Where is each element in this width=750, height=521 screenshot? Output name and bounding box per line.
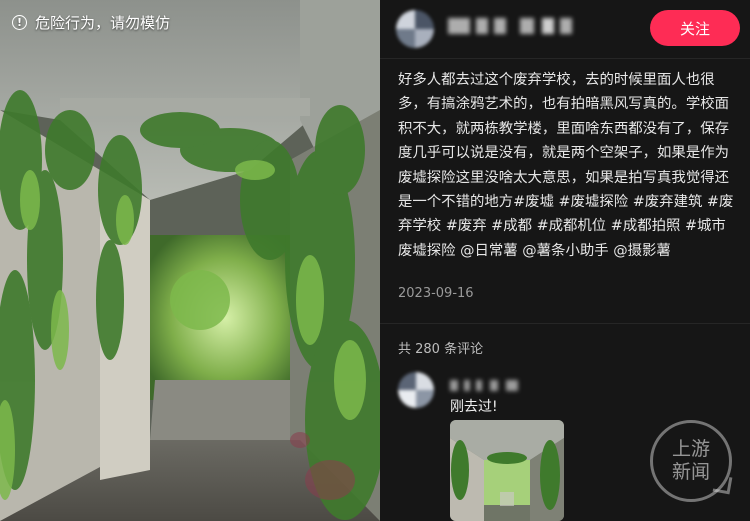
exclamation-circle-icon: ! xyxy=(12,15,27,30)
comment-count: 共 280 条评论 xyxy=(398,342,484,357)
post-viewer: ! 危险行为，请勿模仿 关注 好多人都去过这个废弃学校，去的时候里面人也很多，有… xyxy=(0,0,750,521)
shangyou-news-watermark: 上游 新闻 xyxy=(650,420,733,502)
commenter-avatar[interactable] xyxy=(398,372,434,408)
watermark-tail xyxy=(712,474,733,495)
follow-button[interactable]: 关注 xyxy=(650,10,740,46)
author-name-blurred xyxy=(494,18,506,34)
danger-warning: ! 危险行为，请勿模仿 xyxy=(12,12,170,33)
post-photo[interactable]: ! 危险行为，请勿模仿 xyxy=(0,0,380,521)
commenter-name-blurred xyxy=(506,380,518,391)
author-name-blurred xyxy=(476,18,488,34)
commenter-name-blurred xyxy=(476,380,482,391)
author-name-blurred[interactable] xyxy=(448,18,470,34)
commenter-name-blurred xyxy=(490,380,498,391)
divider xyxy=(380,323,750,324)
post-header: 关注 xyxy=(380,0,750,59)
commenter-name-blurred[interactable] xyxy=(450,380,458,391)
avatar[interactable] xyxy=(396,10,434,48)
comment-text: 刚去过! xyxy=(450,399,498,415)
author-name-blurred xyxy=(520,18,534,34)
author-name-blurred xyxy=(542,18,554,34)
commenter-name-blurred xyxy=(464,380,470,391)
abandoned-corridor-image xyxy=(0,0,380,521)
author-name-blurred xyxy=(560,18,572,34)
watermark-line2: 新闻 xyxy=(671,461,710,483)
post-description: 好多人都去过这个废弃学校，去的时候里面人也很多，有搞涂鸦艺术的，也有拍暗黑风写真… xyxy=(398,72,734,259)
post-date: 2023-09-16 xyxy=(398,286,474,301)
comment-image[interactable] xyxy=(450,420,564,521)
danger-warning-text: 危险行为，请勿模仿 xyxy=(35,14,171,32)
comment-image-thumbnail xyxy=(450,420,564,521)
watermark-line1: 上游 xyxy=(671,438,710,460)
